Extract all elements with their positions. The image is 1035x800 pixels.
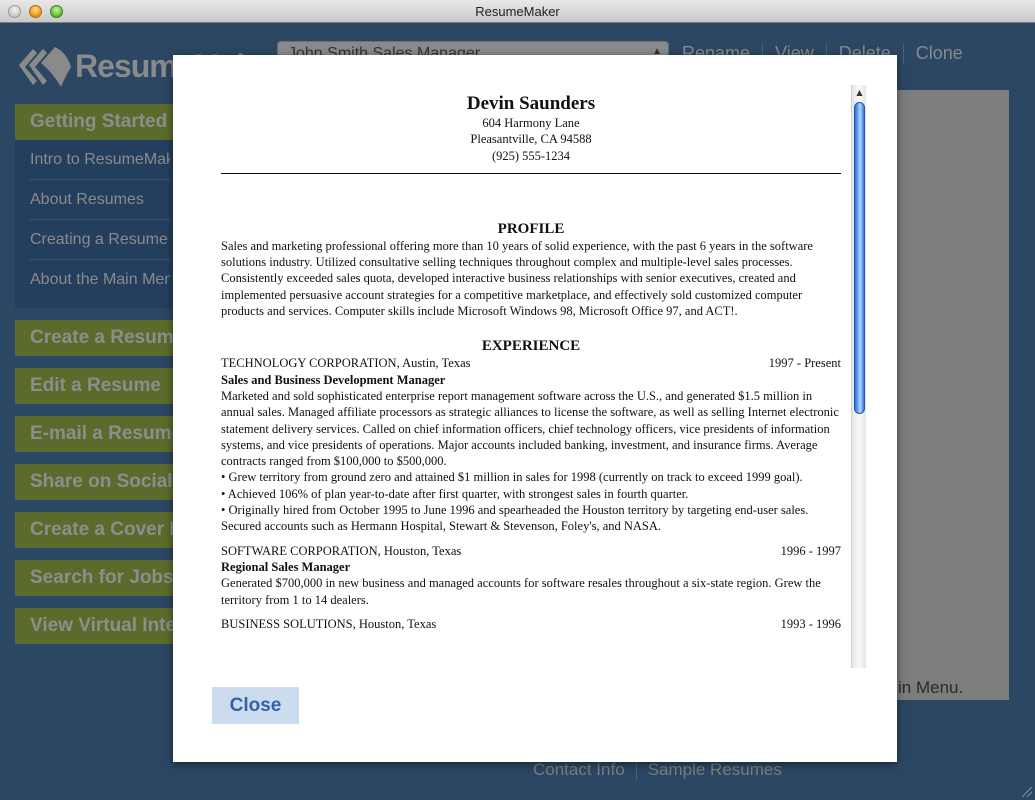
- content-panel: [885, 90, 1009, 700]
- profile-heading: PROFILE: [497, 220, 565, 237]
- job-company: BUSINESS SOLUTIONS, Houston, Texas: [221, 616, 437, 631]
- virtual-interview-button[interactable]: View Virtual Interview: [15, 608, 185, 644]
- email-resume-button[interactable]: E-mail a Resume: [15, 416, 185, 452]
- window-title: ResumeMaker: [475, 4, 560, 19]
- resume-document-view: Devin Saunders 604 Harmony Lane Pleasant…: [221, 85, 853, 668]
- window-minimize-button[interactable]: [29, 5, 42, 18]
- sidebar: Getting Started Intro to ResumeMaker Abo…: [15, 104, 185, 644]
- job-description: Generated $700,000 in new business and m…: [221, 576, 821, 607]
- document-scrollbar[interactable]: ▲: [851, 85, 866, 668]
- getting-started-list: Intro to ResumeMaker About Resumes Creat…: [15, 140, 185, 308]
- job-entry: SOFTWARE CORPORATION, Houston, Texas 199…: [221, 543, 841, 608]
- edit-resume-button[interactable]: Edit a Resume: [15, 368, 185, 404]
- resume-name: Devin Saunders: [466, 93, 596, 114]
- close-button[interactable]: Close: [212, 687, 299, 724]
- content-panel-text: in Menu.: [898, 678, 964, 697]
- sample-resumes-link[interactable]: Sample Resumes: [635, 760, 793, 780]
- sidebar-item-about-resumes[interactable]: About Resumes: [30, 180, 170, 220]
- sidebar-item-creating-resume[interactable]: Creating a Resume: [30, 220, 170, 260]
- title-bar: ResumeMaker: [0, 0, 1035, 23]
- contact-info-link[interactable]: Contact Info: [533, 760, 636, 780]
- job-dates: 1997 - Present: [768, 356, 841, 371]
- window-close-button[interactable]: [8, 5, 21, 18]
- clone-link[interactable]: Clone: [902, 43, 975, 64]
- window-zoom-button[interactable]: [50, 5, 63, 18]
- job-entry: TECHNOLOGY CORPORATION, Austin, Texas 19…: [221, 355, 841, 534]
- profile-text: Sales and marketing professional offerin…: [221, 238, 813, 319]
- job-bullet: • Originally hired from October 1995 to …: [221, 503, 809, 534]
- resume-document: Devin Saunders 604 Harmony Lane Pleasant…: [221, 93, 841, 632]
- share-social-button[interactable]: Share on Social Media: [15, 464, 185, 500]
- header-divider: [221, 172, 841, 174]
- scroll-thumb[interactable]: [854, 102, 865, 414]
- job-company: SOFTWARE CORPORATION, Houston, Texas: [221, 543, 462, 558]
- logo-pages-icon: [19, 47, 71, 87]
- resume-address-line1: 604 Harmony Lane: [482, 116, 580, 130]
- job-dates: 1996 - 1997: [780, 543, 841, 558]
- resize-grip-icon[interactable]: [1022, 787, 1032, 797]
- job-bullet: • Grew territory from ground zero and at…: [221, 470, 803, 485]
- resume-address-line2: Pleasantville, CA 94588: [470, 132, 592, 147]
- getting-started-header[interactable]: Getting Started: [15, 104, 185, 140]
- job-company: TECHNOLOGY CORPORATION, Austin, Texas: [221, 356, 471, 371]
- resume-phone: (925) 555-1234: [491, 148, 571, 163]
- job-title: Regional Sales Manager: [221, 559, 351, 574]
- create-resume-button[interactable]: Create a Resume: [15, 320, 185, 356]
- job-description: Marketed and sold sophisticated enterpri…: [221, 388, 839, 469]
- job-bullet: • Achieved 106% of plan year-to-date aft…: [221, 486, 689, 501]
- experience-heading: EXPERIENCE: [481, 338, 581, 355]
- job-entry: BUSINESS SOLUTIONS, Houston, Texas 1993 …: [221, 616, 841, 632]
- resume-preview-modal: Devin Saunders 604 Harmony Lane Pleasant…: [173, 55, 897, 762]
- scroll-up-arrow-icon[interactable]: ▲: [852, 85, 867, 100]
- create-cover-letter-button[interactable]: Create a Cover Letter: [15, 512, 185, 548]
- sidebar-item-intro[interactable]: Intro to ResumeMaker: [30, 140, 170, 180]
- sidebar-item-about-main-menu[interactable]: About the Main Menu: [30, 260, 170, 300]
- job-dates: 1993 - 1996: [780, 616, 841, 631]
- job-title: Sales and Business Development Manager: [221, 372, 446, 387]
- search-jobs-button[interactable]: Search for Jobs: [15, 560, 185, 596]
- footer-links: Contact Info Sample Resumes: [533, 760, 793, 780]
